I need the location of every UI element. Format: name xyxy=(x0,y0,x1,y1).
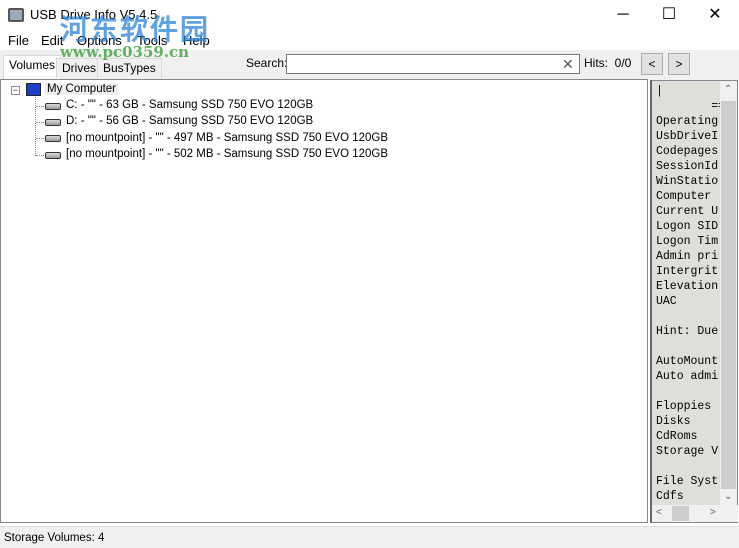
clear-search-icon[interactable]: ✕ xyxy=(562,56,574,73)
previous-hit-button[interactable]: < xyxy=(641,53,663,75)
search-input[interactable] xyxy=(286,54,580,74)
horizontal-scrollbar[interactable]: < > xyxy=(652,505,738,522)
drive-icon xyxy=(45,103,61,110)
info-text[interactable]: | === Operating UsbDriveI Codepages Sess… xyxy=(656,84,720,504)
status-bar: Storage Volumes: 4 xyxy=(0,526,739,548)
hits-label: Hits: 0/0 xyxy=(584,56,631,70)
hits-text: Hits: xyxy=(584,56,608,70)
watermark-url: www.pc0359.cn xyxy=(60,43,190,61)
info-panel[interactable]: | === Operating UsbDriveI Codepages Sess… xyxy=(650,80,738,523)
scroll-up-icon[interactable]: ⌃ xyxy=(724,84,732,95)
menu-file[interactable]: File xyxy=(8,33,29,48)
scroll-right-icon[interactable]: > xyxy=(710,507,716,518)
minimize-button[interactable]: ─ xyxy=(600,0,646,30)
tree-item[interactable]: C: - "" - 63 GB - Samsung SSD 750 EVO 12… xyxy=(66,99,313,111)
tree-item[interactable]: [no mountpoint] - "" - 502 MB - Samsung … xyxy=(66,148,388,160)
volume-tree[interactable]: − My Computer C: - "" - 63 GB - Samsung … xyxy=(0,79,648,523)
tree-line xyxy=(36,155,44,156)
computer-icon xyxy=(26,83,41,96)
tab-volumes[interactable]: Volumes xyxy=(3,55,62,79)
scroll-left-icon[interactable]: < xyxy=(656,507,662,518)
scroll-down-icon[interactable]: ⌄ xyxy=(724,491,732,502)
tree-item[interactable]: D: - "" - 56 GB - Samsung SSD 750 EVO 12… xyxy=(66,115,313,127)
tree-line xyxy=(36,106,44,107)
hits-count: 0/0 xyxy=(614,56,632,70)
tab-drives[interactable]: Drives xyxy=(56,58,103,78)
scroll-thumb[interactable] xyxy=(721,101,736,489)
tree-line xyxy=(36,122,44,123)
close-button[interactable]: ✕ xyxy=(692,0,738,30)
collapse-icon[interactable]: − xyxy=(11,86,20,95)
tree-root[interactable]: My Computer xyxy=(45,83,119,95)
vertical-scrollbar[interactable]: ⌃ ⌄ xyxy=(720,81,737,506)
drive-icon xyxy=(45,119,61,126)
tree-item[interactable]: [no mountpoint] - "" - 497 MB - Samsung … xyxy=(66,132,388,144)
usb-drive-icon xyxy=(8,8,24,22)
watermark-logo: 河东软件园 xyxy=(60,13,211,46)
drive-icon xyxy=(45,152,61,159)
status-text: Storage Volumes: 4 xyxy=(4,532,105,544)
next-hit-button[interactable]: > xyxy=(668,53,690,75)
drive-icon xyxy=(45,135,61,142)
tab-bustypes[interactable]: BusTypes xyxy=(97,58,162,78)
scroll-thumb[interactable] xyxy=(672,506,689,521)
search-label: Search: xyxy=(246,56,288,70)
maximize-button[interactable]: ☐ xyxy=(646,0,692,30)
tree-line xyxy=(36,138,44,139)
